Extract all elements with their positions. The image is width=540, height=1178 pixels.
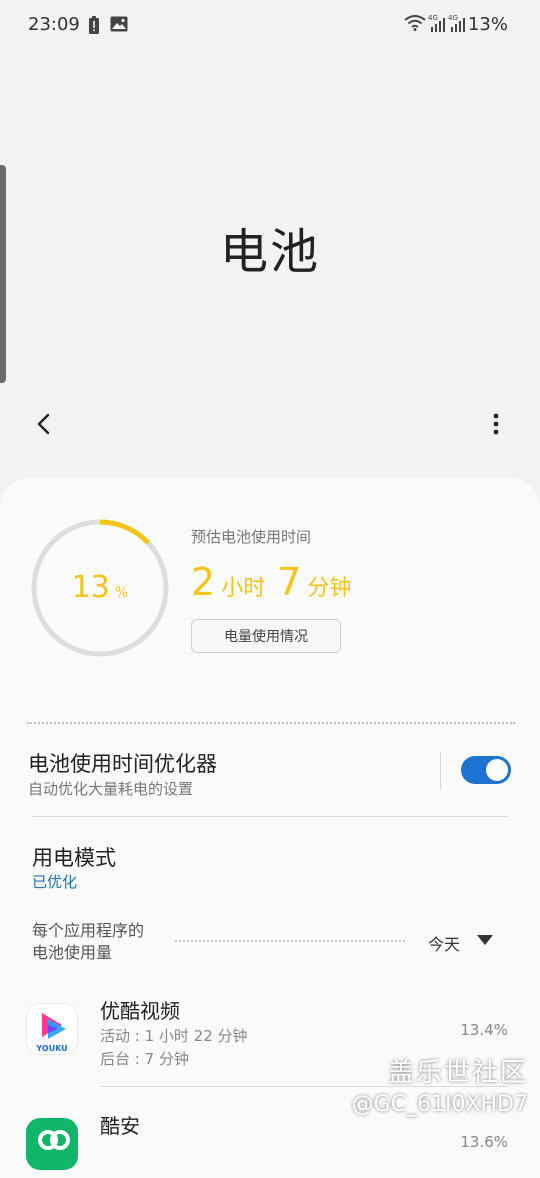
app-active-time: 活动 : 1 小时 22 分钟	[100, 1027, 248, 1045]
alert-icon	[88, 16, 100, 38]
back-button[interactable]	[28, 404, 68, 444]
coolapk-app-icon	[26, 1118, 78, 1170]
network-label: 4G	[428, 14, 438, 22]
battery-level: 13 %	[30, 570, 170, 605]
battery-level-number: 13	[71, 570, 110, 605]
row-divider	[440, 752, 441, 790]
app-name: 优酷视频	[100, 999, 180, 1023]
toggle-knob	[486, 759, 508, 781]
status-bar: 23:09 4G 4G 13%	[0, 0, 540, 52]
optimizer-toggle[interactable]	[461, 756, 511, 784]
signal-icon-sim1: 4G	[428, 13, 448, 37]
estimate-minutes-unit: 分钟	[307, 576, 352, 601]
per-app-label-line2: 电池使用量	[32, 943, 113, 962]
optimizer-subtitle: 自动优化大量耗电的设置	[28, 780, 194, 798]
optimizer-title[interactable]: 电池使用时间优化器	[28, 748, 217, 778]
estimate-minutes: 7	[277, 560, 302, 604]
power-mode-value: 已优化	[32, 873, 78, 891]
page-title: 电池	[219, 224, 320, 280]
power-mode-title[interactable]: 用电模式	[32, 842, 116, 872]
per-app-usage-label: 每个应用程序的 电池使用量	[32, 920, 172, 964]
estimate-hours: 2	[191, 560, 216, 604]
estimate-label: 预估电池使用时间	[191, 528, 312, 546]
network-label: 4G	[448, 14, 458, 22]
youku-app-icon: YOUKU	[26, 1003, 78, 1055]
signal-icon-sim2: 4G	[448, 13, 468, 37]
per-app-label-line1: 每个应用程序的	[32, 921, 145, 940]
battery-usage-button[interactable]: 电量使用情况	[191, 619, 341, 653]
app-usage-percent: 13.4%	[460, 1021, 508, 1039]
app-background-time: 后台 : 7 分钟	[100, 1050, 189, 1068]
dotted-divider	[175, 940, 405, 942]
period-dropdown[interactable]: 今天	[428, 931, 460, 955]
watermark-handle: @GC_61I0XHD7	[351, 1092, 528, 1117]
estimate-hours-unit: 小时	[221, 576, 266, 601]
estimate-value: 2 小时 7 分钟	[191, 560, 363, 604]
divider	[32, 816, 508, 817]
image-icon	[110, 16, 128, 36]
more-vertical-icon	[493, 413, 499, 435]
more-options-button[interactable]	[476, 404, 516, 444]
dropdown-arrow-icon[interactable]	[477, 935, 493, 945]
status-battery-percent: 13%	[467, 14, 508, 35]
section-divider	[27, 722, 515, 724]
status-time: 23:09	[28, 14, 80, 35]
app-name: 酷安	[100, 1114, 140, 1138]
watermark-title: 盖乐世社区	[387, 1058, 528, 1088]
wifi-icon	[404, 15, 426, 35]
youku-icon-text: YOUKU	[35, 1044, 67, 1053]
chevron-left-icon	[37, 413, 50, 435]
app-usage-percent: 13.6%	[460, 1133, 508, 1151]
battery-level-unit: %	[114, 585, 129, 601]
